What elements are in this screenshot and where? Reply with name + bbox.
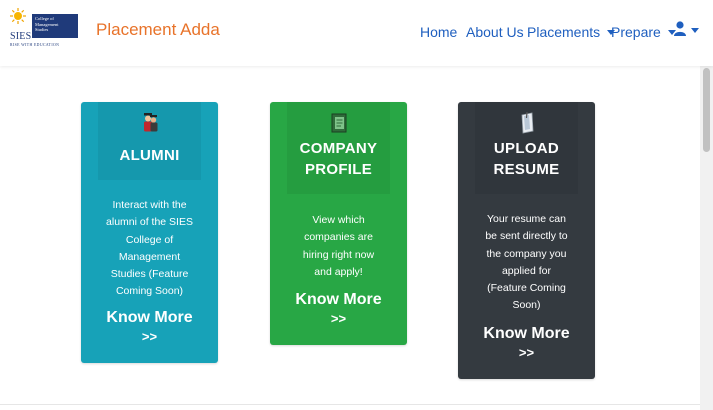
- brand-link[interactable]: Placement Adda: [96, 20, 220, 40]
- card-text-line: Soon): [512, 299, 541, 312]
- card-text-line: Coming Soon): [115, 285, 184, 298]
- card-description: Your resume can be sent directly to the …: [472, 211, 581, 315]
- card-text-line: hiring right now: [302, 248, 375, 261]
- upload-resume-card: UPLOAD RESUME Your resume can be sent di…: [458, 102, 595, 379]
- nav-prepare-dropdown[interactable]: Prepare: [611, 24, 676, 40]
- nav-placements-dropdown[interactable]: Placements: [527, 24, 616, 40]
- vertical-scrollbar[interactable]: [700, 66, 713, 410]
- card-text-line: alumni of the SIES: [106, 216, 193, 229]
- graduates-icon: [143, 113, 157, 132]
- card-title-line: RESUME: [493, 161, 560, 178]
- top-navbar: College of Management Studies SIES RISE …: [0, 0, 713, 66]
- section-divider: [0, 404, 700, 405]
- card-title-line: COMPANY: [299, 140, 378, 157]
- user-icon: [674, 21, 686, 36]
- nav-prepare-label: Prepare: [611, 24, 661, 40]
- card-header: COMPANY PROFILE: [287, 102, 390, 194]
- alumni-know-more-link[interactable]: Know More: [81, 308, 218, 327]
- nav-home-label: Home: [420, 24, 458, 40]
- card-text-line: and apply!: [314, 265, 363, 278]
- card-description: Interact with the alumni of the SIES Col…: [95, 197, 204, 301]
- scrollbar-thumb[interactable]: [703, 68, 710, 152]
- user-menu-dropdown[interactable]: [674, 21, 699, 38]
- logo-tagline: RISE WITH EDUCATION: [10, 43, 60, 47]
- card-text-line: be sent directly to: [485, 230, 568, 243]
- alumni-know-more-arrows[interactable]: >>: [81, 329, 218, 345]
- notebook-icon: [331, 113, 346, 133]
- company-know-more-link[interactable]: Know More: [270, 290, 407, 309]
- card-header: ALUMNI: [98, 102, 201, 180]
- nav-home[interactable]: Home: [420, 24, 457, 40]
- card-text-line: College of: [125, 233, 174, 246]
- logo-box-line: Studies: [35, 27, 49, 32]
- card-text-line: companies are: [304, 231, 373, 244]
- card-text-line: applied for: [501, 264, 552, 277]
- alumni-card: ALUMNI Interact with the alumni of the S…: [81, 102, 218, 363]
- chevron-down-icon: [691, 28, 699, 33]
- nav-about-label: About Us: [466, 24, 524, 40]
- card-text-line: the company you: [486, 247, 567, 260]
- nav-placements-label: Placements: [527, 24, 601, 40]
- card-title-line: PROFILE: [304, 161, 373, 178]
- card-text-line: Management: [118, 250, 181, 263]
- logo-college-box: College of Management Studies: [32, 14, 78, 38]
- card-text-line: (Feature Coming: [487, 282, 566, 295]
- company-profile-card: COMPANY PROFILE View which companies are…: [270, 102, 407, 345]
- nav-about-us[interactable]: About Us: [466, 24, 524, 40]
- sun-logo-icon: [10, 8, 26, 24]
- card-header: UPLOAD RESUME: [475, 102, 578, 194]
- company-know-more-arrows[interactable]: >>: [270, 311, 407, 327]
- card-text-line: Interact with the: [112, 199, 187, 211]
- sies-logo[interactable]: College of Management Studies SIES RISE …: [8, 8, 80, 48]
- logo-wordmark: SIES: [10, 31, 32, 42]
- resume-know-more-arrows[interactable]: >>: [458, 345, 595, 361]
- resume-know-more-link[interactable]: Know More: [458, 324, 595, 343]
- card-text-line: Studies (Feature: [110, 268, 189, 281]
- card-title-line: UPLOAD: [493, 140, 560, 157]
- card-text-line: View which: [312, 214, 365, 226]
- card-text-line: Your resume can: [487, 213, 566, 225]
- document-icon: [521, 112, 533, 134]
- card-description: View which companies are hiring right no…: [284, 212, 393, 281]
- card-title: ALUMNI: [119, 147, 180, 164]
